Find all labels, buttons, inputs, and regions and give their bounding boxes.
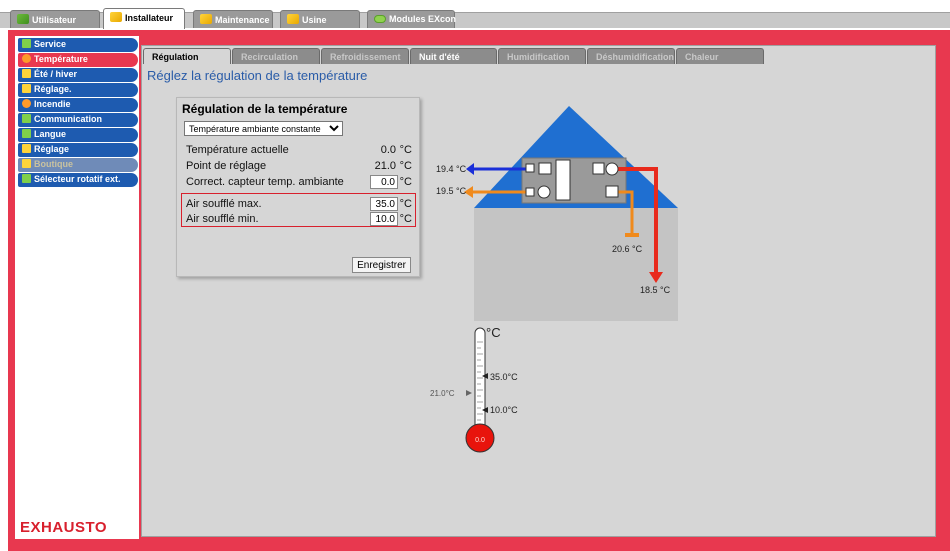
service-icon: [22, 39, 31, 48]
ventilation-diagram: 19.4 °C 19.5 °C 20.6 °C 18.5 °C: [436, 106, 678, 321]
sidebar-item-boutique[interactable]: Boutique: [18, 158, 138, 172]
extract-air-grille: [625, 233, 639, 237]
tab-modules-excon[interactable]: Modules EXcon: [367, 10, 456, 28]
tab-usine[interactable]: Usine: [280, 10, 360, 28]
tab-nuit-ete[interactable]: Nuit d'été: [410, 48, 497, 64]
filter-icon: [538, 162, 552, 175]
sidebar-item-incendie[interactable]: Incendie: [18, 98, 138, 112]
supply-temp-label: 18.5 °C: [640, 285, 671, 295]
tab-chaleur[interactable]: Chaleur: [676, 48, 764, 64]
sidebar-item-langue[interactable]: Langue: [18, 128, 138, 142]
fire-icon: [22, 99, 31, 108]
sensor-correction-unit: °C: [399, 176, 412, 188]
extract-temp-label: 20.6 °C: [612, 244, 643, 254]
top-tab-bar: Utilisateur Installateur Maintenance Usi…: [0, 0, 950, 29]
regulation-panel: Régulation de la température Température…: [176, 97, 420, 277]
supply-min-input[interactable]: [370, 212, 398, 226]
pencil-icon: [22, 84, 31, 93]
sensor-correction-input[interactable]: [370, 175, 398, 189]
supply-max-input[interactable]: [370, 197, 398, 211]
supply-max-unit: °C: [399, 198, 412, 210]
communication-icon: [22, 114, 31, 123]
exhaust-damper-icon: [525, 187, 535, 197]
flag-icon: [22, 129, 31, 138]
wrench-user-icon: [110, 12, 122, 22]
modules-icon: [374, 15, 386, 23]
sidebar-item-service[interactable]: Service: [18, 38, 138, 52]
outdoor-air-arrow: [466, 163, 474, 175]
sidebar-item-ete-hiver[interactable]: Été / hiver: [18, 68, 138, 82]
users-icon: [17, 14, 29, 24]
supply-min-row: Air soufflé min. °C: [186, 212, 412, 227]
actual-temp-row: Température actuelle 0.0 °C: [186, 144, 412, 158]
sidebar-item-reglage[interactable]: Réglage: [18, 143, 138, 157]
actual-temp-value: 0.0: [380, 144, 396, 156]
sensor-correction-row: Correct. capteur temp. ambiante °C: [186, 175, 412, 190]
actual-temp-unit: °C: [399, 144, 412, 156]
thermometer-max-label: 35.0°C: [490, 372, 518, 382]
page-title: Réglez la régulation de la température: [147, 68, 368, 83]
supply-max-row: Air soufflé max. °C: [186, 197, 412, 212]
exhausto-logo: EXHAUSTO: [20, 519, 108, 536]
regulation-mode-select[interactable]: Température ambiante constante: [184, 121, 343, 136]
maintenance-icon: [200, 14, 212, 24]
setpoint-row: Point de réglage 21.0 °C: [186, 160, 412, 174]
setpoint-unit: °C: [399, 160, 412, 172]
setpoint-marker-icon: [466, 390, 472, 396]
sensor-correction-label: Correct. capteur temp. ambiante: [186, 176, 344, 188]
sidebar-item-selecteur-rotatif[interactable]: Sélecteur rotatif ext.: [18, 173, 138, 187]
actual-temp-label: Température actuelle: [186, 144, 289, 156]
tab-recirculation[interactable]: Recirculation: [232, 48, 320, 64]
supply-min-label: Air soufflé min.: [186, 213, 259, 225]
save-button[interactable]: Enregistrer: [352, 257, 411, 273]
tab-refroidissement[interactable]: Refroidissement: [321, 48, 409, 64]
thermometer-tube: [474, 327, 486, 431]
sidebar-item-temperature[interactable]: Température: [18, 53, 138, 67]
room-shape: [474, 208, 678, 321]
tab-humidification[interactable]: Humidification: [498, 48, 586, 64]
thermometer: 0.0 °C 35.0°C 10.0°C 21.0°C: [430, 325, 518, 453]
outdoor-temp-label: 19.4 °C: [436, 164, 467, 174]
tab-deshumidification[interactable]: Déshumidification: [587, 48, 675, 64]
extract-filter-icon: [605, 185, 619, 198]
setpoint-label: Point de réglage: [186, 160, 267, 172]
folder-icon: [22, 144, 31, 153]
thermometer-icon: [22, 54, 31, 63]
tab-regulation[interactable]: Régulation: [143, 48, 231, 64]
sidebar-item-communication[interactable]: Communication: [18, 113, 138, 127]
thermometer-bulb-value: 0.0: [475, 437, 485, 444]
heat-exchanger-icon: [555, 159, 571, 201]
damper-icon: [525, 163, 535, 173]
tab-installateur[interactable]: Installateur: [103, 8, 185, 29]
cart-icon: [22, 159, 31, 168]
setpoint-value: 21.0: [374, 160, 396, 172]
extract-fan-icon: [537, 185, 551, 199]
sidebar-item-reglage-dot[interactable]: Réglage.: [18, 83, 138, 97]
sun-icon: [22, 69, 31, 78]
tab-utilisateur[interactable]: Utilisateur: [10, 10, 100, 28]
heater-icon: [592, 162, 605, 175]
thermometer-setpoint-label: 21.0°C: [430, 389, 455, 398]
rotary-selector-icon: [22, 174, 31, 183]
supply-fan-icon: [605, 162, 619, 176]
supply-min-unit: °C: [399, 213, 412, 225]
supply-max-label: Air soufflé max.: [186, 198, 262, 210]
factory-icon: [287, 14, 299, 24]
exhaust-temp-label: 19.5 °C: [436, 186, 467, 196]
tab-maintenance[interactable]: Maintenance: [193, 10, 273, 28]
regulation-title: Régulation de la température: [182, 102, 348, 116]
sidebar-menu: Service Température Été / hiver Réglage.…: [18, 38, 138, 188]
thermometer-unit: °C: [486, 325, 501, 340]
thermometer-min-label: 10.0°C: [490, 405, 518, 415]
